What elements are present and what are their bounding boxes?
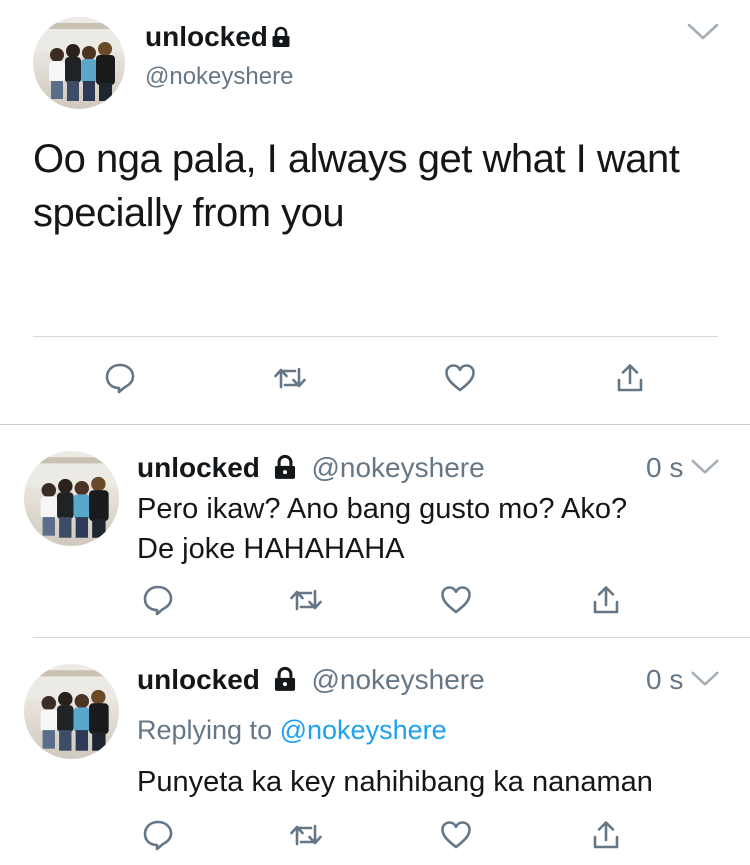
- replying-to: Replying to @nokeyshere: [137, 715, 447, 745]
- avatar[interactable]: [24, 664, 119, 759]
- heart-icon: [445, 364, 475, 392]
- retweet-icon: [290, 589, 322, 611]
- reply-icon: [143, 585, 173, 616]
- reply-header: unlocked @nokeyshere: [137, 452, 485, 484]
- tweet-text: Punyeta ka key nahihibang ka nanaman: [137, 766, 653, 798]
- retweet-button[interactable]: [286, 815, 326, 855]
- timestamp[interactable]: 0 s: [646, 452, 683, 484]
- divider: [33, 336, 718, 337]
- divider: [33, 637, 750, 638]
- replying-to-link[interactable]: @nokeyshere: [280, 715, 447, 745]
- timestamp[interactable]: 0 s: [646, 664, 683, 696]
- share-icon: [593, 821, 619, 849]
- display-name[interactable]: unlocked: [137, 664, 260, 695]
- heart-icon: [441, 586, 471, 614]
- retweet-icon: [274, 367, 306, 389]
- like-button[interactable]: [440, 358, 480, 398]
- display-name[interactable]: unlocked: [145, 20, 292, 54]
- reply-header: unlocked @nokeyshere: [137, 664, 485, 696]
- share-icon: [593, 586, 619, 614]
- like-button[interactable]: [436, 580, 476, 620]
- lock-icon: [268, 20, 292, 54]
- chevron-down-icon[interactable]: [686, 22, 720, 42]
- tweet-text: Pero ikaw? Ano bang gusto mo? Ako? De jo…: [137, 493, 628, 565]
- section-divider: [0, 424, 750, 425]
- chevron-down-icon[interactable]: [690, 670, 720, 688]
- retweet-button[interactable]: [270, 358, 310, 398]
- reply-button[interactable]: [138, 815, 178, 855]
- reply-icon: [143, 820, 173, 851]
- handle[interactable]: @nokeyshere: [311, 664, 484, 695]
- retweet-icon: [290, 824, 322, 846]
- heart-icon: [441, 821, 471, 849]
- share-button[interactable]: [610, 358, 650, 398]
- reply-icon: [105, 363, 135, 394]
- avatar[interactable]: [33, 17, 125, 109]
- like-button[interactable]: [436, 815, 476, 855]
- display-name[interactable]: unlocked: [137, 452, 260, 483]
- reply-button[interactable]: [138, 580, 178, 620]
- avatar[interactable]: [24, 451, 119, 546]
- chevron-down-icon[interactable]: [690, 458, 720, 476]
- retweet-button[interactable]: [286, 580, 326, 620]
- lock-icon: [268, 452, 298, 484]
- tweet-text: Oo nga pala, I always get what I want sp…: [33, 137, 680, 235]
- handle[interactable]: @nokeyshere: [311, 452, 484, 483]
- handle[interactable]: @nokeyshere: [145, 62, 293, 92]
- share-icon: [617, 364, 643, 392]
- reply-button[interactable]: [100, 358, 140, 398]
- lock-icon: [268, 664, 298, 696]
- share-button[interactable]: [586, 815, 626, 855]
- share-button[interactable]: [586, 580, 626, 620]
